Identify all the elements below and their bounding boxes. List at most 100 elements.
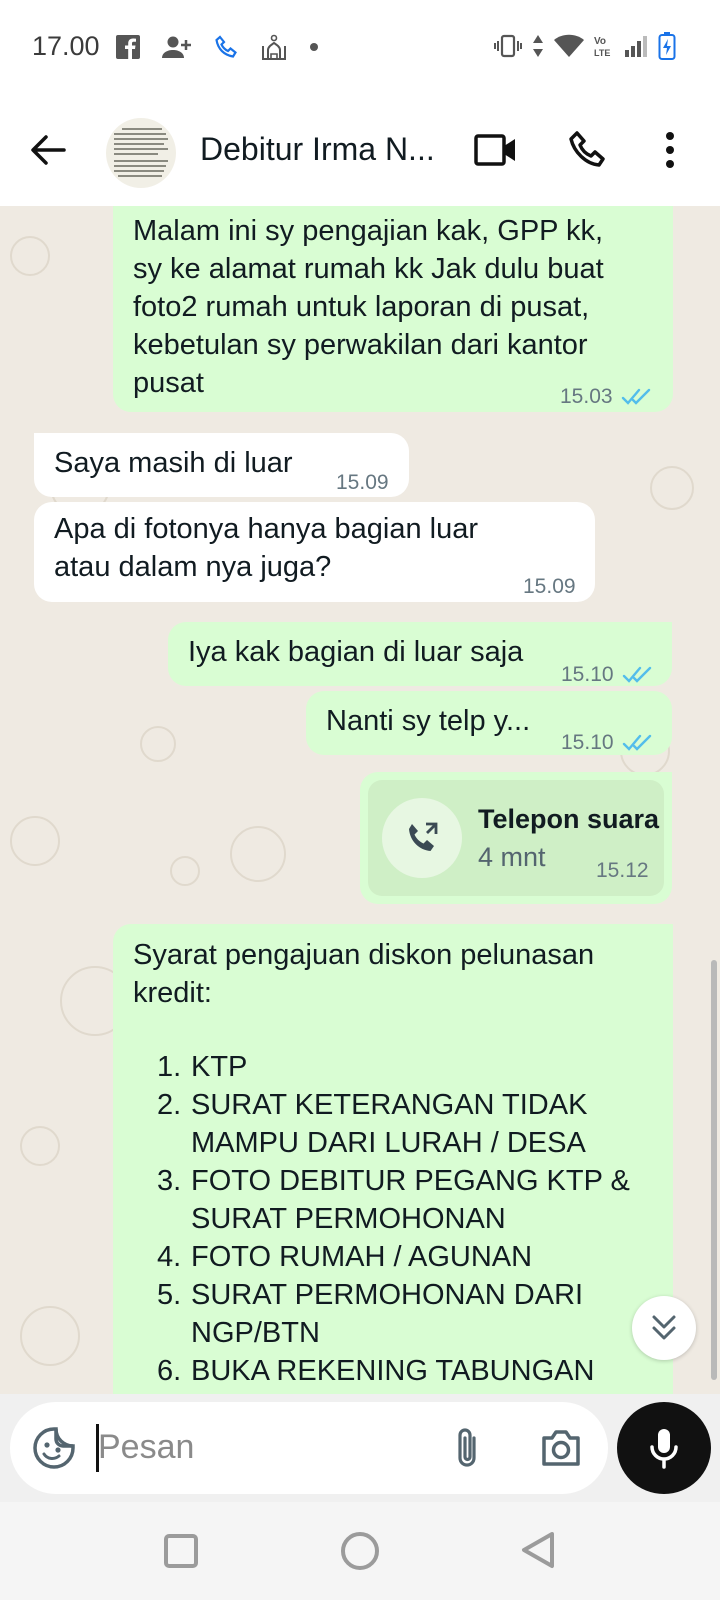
chat-scrollbar[interactable] bbox=[711, 960, 717, 1380]
message-text: Syarat pengajuan diskon pelunasan kredit… bbox=[133, 939, 595, 1009]
signal-icon bbox=[625, 36, 647, 57]
chevron-double-down-icon bbox=[652, 1315, 676, 1340]
message-time: 15.03 bbox=[560, 385, 613, 408]
attach-button[interactable] bbox=[454, 1426, 480, 1475]
status-time: 17.00 bbox=[32, 31, 100, 61]
list-item: 6. BUKA REKENING TABUNGAN bbox=[157, 1352, 657, 1390]
video-call-icon bbox=[474, 134, 515, 166]
more-vert-icon bbox=[666, 132, 674, 168]
message-text: Saya masih di luar bbox=[54, 447, 293, 479]
call-title: Telepon suara bbox=[478, 804, 660, 834]
recents-button[interactable] bbox=[164, 1534, 198, 1568]
list-number: 1. bbox=[157, 1051, 182, 1083]
message-bubble-outgoing[interactable]: Malam ini sy pengajian kak, GPP kk, sy k… bbox=[113, 206, 673, 412]
arrow-left-icon bbox=[31, 135, 66, 165]
message-meta: 15.03 bbox=[560, 378, 653, 416]
status-notification-icons bbox=[116, 34, 318, 60]
message-meta: 15.09 bbox=[336, 464, 389, 502]
add-contact-icon bbox=[162, 36, 191, 58]
message-meta: 15.09 bbox=[523, 568, 576, 606]
double-check-icon bbox=[622, 666, 651, 683]
camera-icon bbox=[542, 1430, 580, 1466]
message-input[interactable]: Pesan bbox=[98, 1428, 194, 1467]
message-input-container[interactable]: Pesan bbox=[10, 1402, 608, 1494]
camera-button[interactable] bbox=[540, 1428, 582, 1473]
scroll-to-bottom-button[interactable] bbox=[632, 1296, 696, 1360]
call-notification-icon bbox=[215, 35, 237, 58]
list-text: SURAT PERMOHONAN DARI NGP/BTN bbox=[191, 1279, 584, 1349]
message-text: Apa di fotonya hanya bagian luar atau da… bbox=[54, 513, 479, 583]
vibrate-icon bbox=[494, 34, 522, 58]
back-button[interactable] bbox=[28, 130, 68, 170]
more-options-button[interactable] bbox=[664, 130, 676, 175]
paperclip-icon bbox=[458, 1428, 476, 1467]
chat-header: Debitur Irma N... bbox=[0, 96, 720, 206]
battery-charging-icon bbox=[658, 32, 676, 60]
message-meta: 15.10 bbox=[561, 724, 654, 762]
message-time: 15.10 bbox=[561, 731, 614, 754]
message-time: 15.10 bbox=[561, 663, 614, 686]
call-icon-circle bbox=[382, 798, 462, 878]
double-check-icon bbox=[621, 388, 650, 405]
list-text: FOTO DEBITUR PEGANG KTP & SURAT PERMOHON… bbox=[191, 1165, 630, 1235]
list-number: 6. bbox=[157, 1355, 182, 1387]
status-system-icons: Vo LTE bbox=[494, 32, 676, 60]
video-call-button[interactable] bbox=[474, 132, 518, 173]
data-transfer-icon bbox=[533, 35, 543, 57]
call-log-bubble[interactable]: Telepon suara 4 mnt 15.12 bbox=[360, 772, 672, 904]
double-check-icon bbox=[622, 734, 651, 751]
status-bar: 17.00 Vo LTE bbox=[0, 0, 720, 96]
message-text: Malam ini sy pengajian kak, GPP kk, sy k… bbox=[133, 215, 604, 399]
contact-name[interactable]: Debitur Irma N... bbox=[200, 131, 435, 168]
message-meta: 15.12 bbox=[596, 852, 649, 890]
message-input-bar: Pesan bbox=[0, 1394, 720, 1502]
mic-icon bbox=[650, 1429, 678, 1469]
message-bubble-outgoing[interactable]: Syarat pengajuan diskon pelunasan kredit… bbox=[113, 924, 673, 1394]
sticker-button[interactable] bbox=[32, 1426, 76, 1475]
message-meta: 15.10 bbox=[561, 656, 654, 694]
list-item: 1. KTP bbox=[157, 1048, 657, 1086]
message-text: Iya kak bagian di luar saja bbox=[188, 636, 524, 668]
list-item: 2. SURAT KETERANGAN TIDAK MAMPU DARI LUR… bbox=[157, 1086, 657, 1162]
outgoing-call-icon bbox=[409, 822, 438, 851]
system-nav-bar bbox=[0, 1502, 720, 1600]
voice-message-button[interactable] bbox=[617, 1402, 711, 1494]
svg-text:LTE: LTE bbox=[594, 48, 610, 58]
contact-avatar[interactable] bbox=[106, 118, 176, 188]
system-back-button[interactable] bbox=[520, 1530, 556, 1575]
triangle-back-icon bbox=[522, 1532, 554, 1568]
phone-icon bbox=[569, 131, 605, 167]
wifi-icon bbox=[554, 34, 584, 57]
voice-call-button[interactable] bbox=[568, 130, 608, 175]
list-text: FOTO RUMAH / AGUNAN bbox=[191, 1241, 533, 1273]
list-number: 2. bbox=[157, 1089, 182, 1121]
message-bubble-outgoing[interactable]: Iya kak bagian di luar saja 15.10 bbox=[168, 622, 672, 686]
message-time: 15.09 bbox=[523, 575, 576, 598]
list-text: SURAT KETERANGAN TIDAK MAMPU DARI LURAH … bbox=[191, 1089, 588, 1159]
message-text: Nanti sy telp y... bbox=[326, 705, 531, 737]
sticker-icon bbox=[33, 1427, 75, 1469]
message-time: 15.09 bbox=[336, 471, 389, 494]
volte-icon: VoLTE bbox=[594, 36, 610, 58]
requirements-list: 1. KTP 2. SURAT KETERANGAN TIDAK MAMPU D… bbox=[157, 1048, 657, 1390]
svg-text:Vo: Vo bbox=[594, 36, 606, 47]
list-text: KTP bbox=[191, 1051, 248, 1083]
home-button[interactable] bbox=[341, 1532, 379, 1570]
call-duration: 4 mnt bbox=[478, 842, 546, 872]
list-number: 4. bbox=[157, 1241, 182, 1273]
list-number: 3. bbox=[157, 1165, 182, 1197]
list-item: 3. FOTO DEBITUR PEGANG KTP & SURAT PERMO… bbox=[157, 1162, 657, 1238]
message-bubble-incoming[interactable]: Apa di fotonya hanya bagian luar atau da… bbox=[34, 502, 595, 602]
message-time: 15.12 bbox=[596, 859, 649, 882]
chat-area[interactable]: Malam ini sy pengajian kak, GPP kk, sy k… bbox=[0, 206, 720, 1394]
message-bubble-incoming[interactable]: Saya masih di luar 15.09 bbox=[34, 433, 409, 497]
list-text: BUKA REKENING TABUNGAN bbox=[191, 1355, 595, 1387]
facebook-icon bbox=[116, 35, 140, 59]
mosque-icon bbox=[262, 34, 286, 60]
more-notifications-dot-icon bbox=[310, 43, 318, 51]
list-item: 4. FOTO RUMAH / AGUNAN bbox=[157, 1238, 657, 1276]
message-bubble-outgoing[interactable]: Nanti sy telp y... 15.10 bbox=[306, 691, 672, 755]
call-log-card[interactable]: Telepon suara 4 mnt 15.12 bbox=[368, 780, 664, 896]
list-item: 5. SURAT PERMOHONAN DARI NGP/BTN bbox=[157, 1276, 657, 1352]
list-number: 5. bbox=[157, 1279, 182, 1311]
